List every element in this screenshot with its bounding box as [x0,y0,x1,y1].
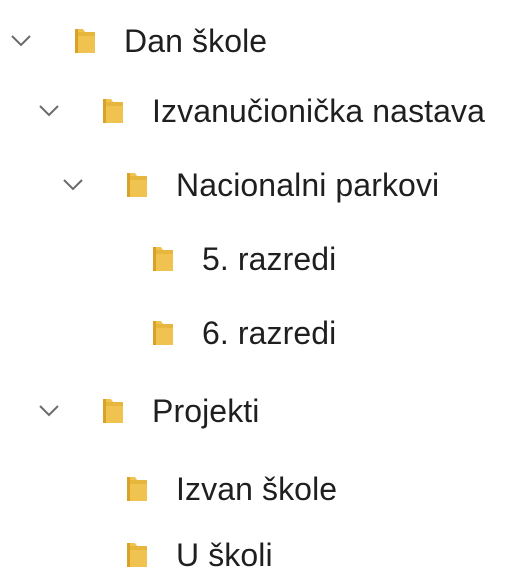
tree-item-label: 5. razredi [202,241,337,277]
chevron-down-icon[interactable] [62,174,84,196]
tree-item-6-razredi[interactable]: 6. razredi [88,304,336,362]
tree-item-label: Dan škole [124,23,268,59]
tree-item-projekti[interactable]: Projekti [38,382,260,440]
chevron-down-icon[interactable] [38,100,60,122]
chevron-down-icon[interactable] [38,400,60,422]
folder-icon [150,318,176,348]
folder-icon [124,474,150,504]
tree-item-label: Izvan škole [176,471,338,507]
tree-item-label: Izvanučionička nastava [152,93,486,129]
tree-item-label: U školi [176,537,273,573]
folder-icon [100,96,126,126]
folder-icon [124,170,150,200]
folder-icon [100,396,126,426]
tree-item-5-razredi[interactable]: 5. razredi [88,230,336,288]
tree-item-izvan-skole[interactable]: Izvan škole [62,460,337,518]
tree-item-dan-skole[interactable]: Dan škole [10,12,267,70]
tree-item-izvanucionicka-nastava[interactable]: Izvanučionička nastava [38,82,485,140]
folder-tree: Dan škole Izvanučionička nastava Naciona… [0,0,531,578]
tree-item-u-skoli[interactable]: U školi [62,526,273,578]
chevron-down-icon[interactable] [10,30,32,52]
folder-icon [124,540,150,570]
folder-icon [72,26,98,56]
tree-item-label: Projekti [152,393,260,429]
tree-item-nacionalni-parkovi[interactable]: Nacionalni parkovi [62,156,439,214]
tree-item-label: 6. razredi [202,315,337,351]
folder-icon [150,244,176,274]
tree-item-label: Nacionalni parkovi [176,167,440,203]
